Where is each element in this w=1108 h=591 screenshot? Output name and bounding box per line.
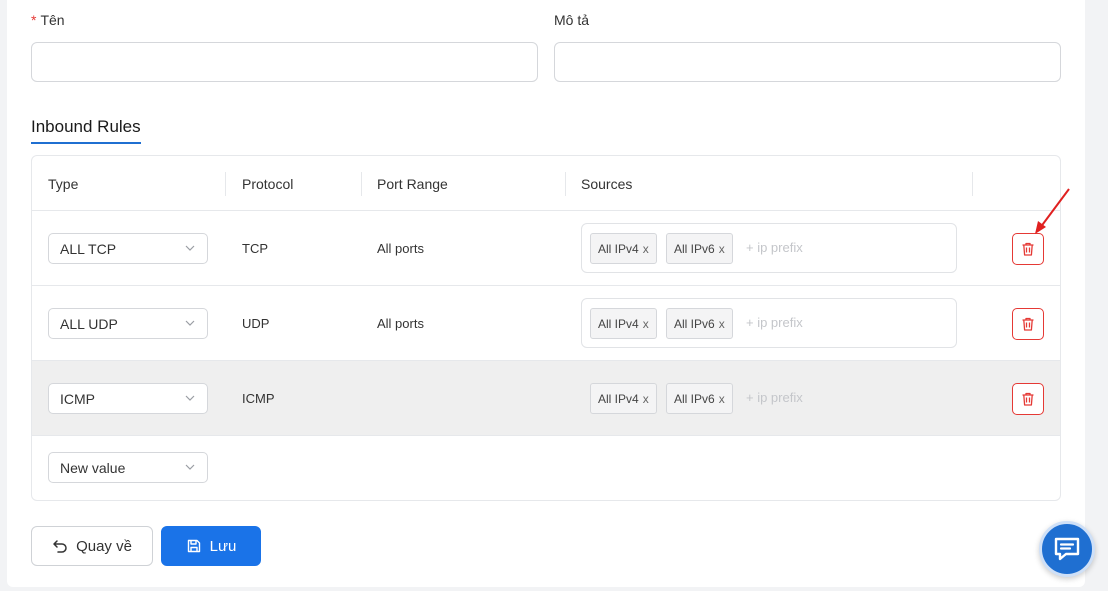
new-type-select[interactable]: New value: [48, 452, 208, 483]
chevron-down-icon: [185, 464, 195, 470]
sources-input[interactable]: All IPv4 x All IPv6 x + ip prefix: [581, 223, 957, 273]
trash-icon: [1022, 242, 1034, 256]
description-field[interactable]: [554, 42, 1061, 82]
floppy-disk-icon: [187, 539, 200, 553]
description-label: Mô tả: [554, 12, 590, 28]
source-tag: All IPv6 x: [666, 233, 733, 264]
ip-prefix-placeholder[interactable]: + ip prefix: [746, 315, 803, 330]
annotation-arrow: [1035, 188, 1070, 234]
inbound-rules-table: Type Protocol Port Range Sources ALL TCP…: [31, 155, 1061, 501]
required-mark: *: [31, 12, 37, 28]
source-tag: All IPv6 x: [666, 383, 733, 414]
port-range-cell: All ports: [377, 241, 424, 256]
header-divider: [225, 172, 226, 196]
delete-rule-button[interactable]: [1012, 308, 1044, 340]
type-select[interactable]: ALL UDP: [48, 308, 208, 339]
back-button[interactable]: Quay về: [31, 526, 153, 566]
tag-remove-icon[interactable]: x: [643, 392, 649, 406]
protocol-cell: ICMP: [242, 391, 275, 406]
type-select[interactable]: ALL TCP: [48, 233, 208, 264]
header-divider: [565, 172, 566, 196]
tag-remove-icon[interactable]: x: [719, 242, 725, 256]
delete-rule-button[interactable]: [1012, 233, 1044, 265]
delete-rule-button[interactable]: [1012, 383, 1044, 415]
ip-prefix-placeholder[interactable]: + ip prefix: [746, 390, 803, 405]
chat-widget-button[interactable]: [1039, 521, 1095, 577]
protocol-cell: UDP: [242, 316, 270, 331]
chat-bubble-icon: [1054, 537, 1080, 561]
source-tag: All IPv6 x: [666, 308, 733, 339]
header-type: Type: [48, 176, 79, 192]
table-row: ALL TCP TCP All ports All IPv4 x All IPv6…: [32, 211, 1060, 286]
header-sources: Sources: [581, 176, 633, 192]
table-header: Type Protocol Port Range Sources: [32, 156, 1060, 211]
trash-icon: [1022, 317, 1034, 331]
tag-remove-icon[interactable]: x: [719, 317, 725, 331]
source-tag: All IPv4 x: [590, 383, 657, 414]
ip-prefix-placeholder[interactable]: + ip prefix: [746, 240, 803, 255]
chevron-down-icon: [185, 245, 195, 251]
protocol-cell: TCP: [242, 241, 268, 256]
new-rule-row: New value: [32, 436, 1060, 500]
tag-remove-icon[interactable]: x: [719, 392, 725, 406]
table-row: ALL UDP UDP All ports All IPv4 x All IPv6…: [32, 286, 1060, 361]
type-select[interactable]: ICMP: [48, 383, 208, 414]
header-divider: [972, 172, 973, 196]
tag-remove-icon[interactable]: x: [643, 242, 649, 256]
table-row: ICMP ICMP All IPv4 x All IPv6 x + ip prefi…: [32, 361, 1060, 436]
header-port-range: Port Range: [377, 176, 448, 192]
source-tag: All IPv4 x: [590, 308, 657, 339]
save-button[interactable]: Lưu: [161, 526, 261, 566]
section-title: Inbound Rules: [31, 117, 141, 144]
chevron-down-icon: [185, 320, 195, 326]
name-label: * Tên: [31, 12, 65, 28]
chevron-down-icon: [185, 395, 195, 401]
port-range-cell: All ports: [377, 316, 424, 331]
trash-icon: [1022, 392, 1034, 406]
name-field[interactable]: [31, 42, 538, 82]
sources-input[interactable]: All IPv4 x All IPv6 x + ip prefix: [581, 298, 957, 348]
form-card: * Tên Mô tả Inbound Rules Type Protocol P…: [7, 0, 1085, 587]
tag-remove-icon[interactable]: x: [643, 317, 649, 331]
source-tag: All IPv4 x: [590, 233, 657, 264]
sources-input[interactable]: All IPv4 x All IPv6 x + ip prefix: [581, 373, 957, 423]
header-divider: [361, 172, 362, 196]
header-protocol: Protocol: [242, 176, 294, 192]
undo-arrow-icon: [53, 540, 67, 553]
